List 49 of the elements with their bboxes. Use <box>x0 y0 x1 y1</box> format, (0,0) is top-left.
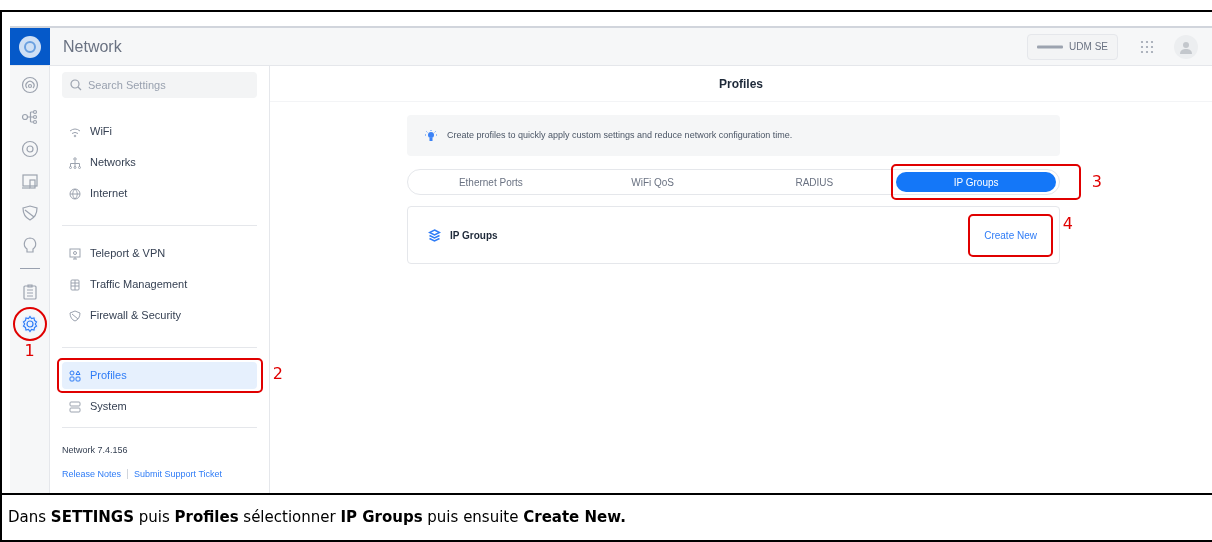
sidebar-item[interactable]: Internet <box>62 180 257 207</box>
target-icon[interactable] <box>20 140 39 158</box>
caption-text: Dans SETTINGS puis Profiles sélectionner IP Groups puis ensuite Create New. <box>8 507 626 529</box>
radar-icon[interactable] <box>20 76 39 94</box>
tab[interactable]: Ethernet Ports <box>430 172 551 192</box>
callout-number: 3 <box>1091 174 1102 190</box>
app-title: Network <box>63 36 122 57</box>
server-icon <box>69 400 81 413</box>
callout-number: 4 <box>1062 215 1073 232</box>
sidebar-item[interactable]: Teleport & VPN <box>62 240 257 267</box>
devices-icon[interactable] <box>20 172 39 190</box>
layers-icon <box>428 228 441 242</box>
clipboard-icon[interactable] <box>20 283 39 301</box>
highlight-frame <box>12 307 47 341</box>
banner-text: Create profiles to quickly apply custom settings and reduce network configuration time. <box>447 128 793 142</box>
apps-grid-icon[interactable] <box>1140 39 1154 54</box>
shield-icon <box>69 309 81 322</box>
version-text: Network 7.4.156 <box>62 444 129 457</box>
callout-number: 1 <box>24 343 35 359</box>
callout-number: 2 <box>272 366 283 382</box>
sidebar-item[interactable]: Profiles <box>62 362 257 389</box>
page-title: Profiles <box>719 75 763 93</box>
sidebar-item[interactable]: Firewall & Security <box>62 302 257 329</box>
network-icon <box>69 156 81 169</box>
search-icon <box>70 79 82 91</box>
user-avatar[interactable] <box>1174 34 1198 59</box>
monitor-icon <box>69 247 81 260</box>
settings-icon[interactable] <box>20 315 39 333</box>
tab[interactable]: WiFi QoS <box>592 172 713 192</box>
app-logo[interactable] <box>10 28 50 65</box>
create-new-button[interactable]: Create New <box>976 221 1045 249</box>
section-title: IP Groups <box>450 228 498 243</box>
tab[interactable]: IP Groups <box>896 172 1057 192</box>
shield-icon[interactable] <box>20 204 39 222</box>
globe-icon <box>69 187 81 200</box>
traffic-icon <box>69 278 81 291</box>
topology-icon[interactable] <box>20 108 39 126</box>
sidebar-item[interactable]: Networks <box>62 149 257 176</box>
device-button[interactable]: UDM SE <box>1027 33 1118 60</box>
footer-link[interactable]: Submit Support Ticket <box>134 467 223 481</box>
footer-link[interactable]: Release Notes <box>62 467 122 481</box>
device-icon <box>1037 44 1064 49</box>
search-field[interactable]: Search Settings <box>62 72 257 98</box>
sidebar-item[interactable]: System <box>62 393 257 420</box>
shapes-icon <box>69 369 81 382</box>
sidebar-item[interactable]: Traffic Management <box>62 271 257 298</box>
sidebar-item[interactable]: WiFi <box>62 118 257 145</box>
tab[interactable]: RADIUS <box>754 172 875 192</box>
lightbulb-icon <box>425 129 437 142</box>
